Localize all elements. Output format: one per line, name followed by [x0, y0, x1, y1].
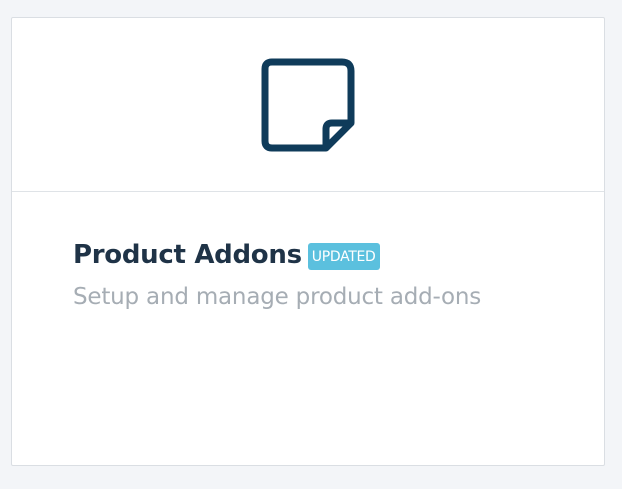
page: Product Addons UPDATED Setup and manage … — [0, 0, 622, 489]
title-row: Product Addons UPDATED — [73, 240, 584, 270]
card-header — [12, 18, 604, 192]
card-title[interactable]: Product Addons — [73, 240, 302, 270]
card-body: Product Addons UPDATED Setup and manage … — [73, 240, 584, 310]
card-description: Setup and manage product add-ons — [73, 284, 482, 310]
sticky-note-icon — [261, 58, 355, 151]
product-addons-card[interactable]: Product Addons UPDATED Setup and manage … — [11, 17, 605, 466]
updated-badge: UPDATED — [307, 242, 380, 270]
